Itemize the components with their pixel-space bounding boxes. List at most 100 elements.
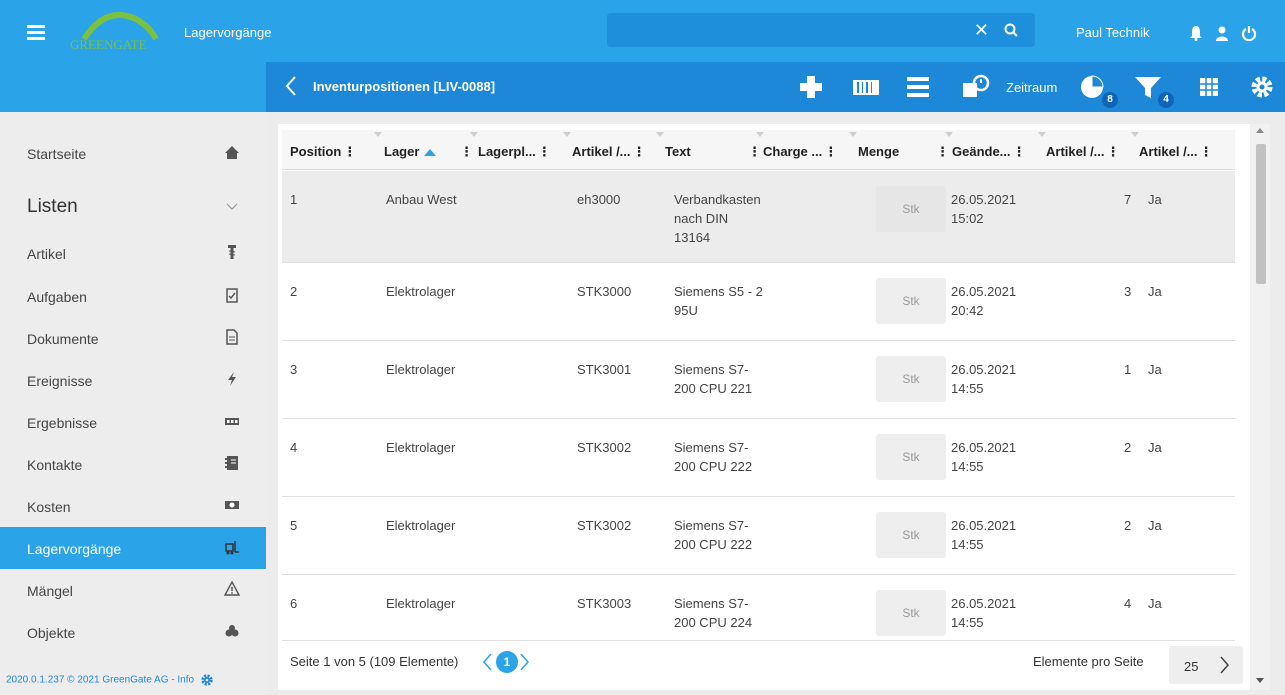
sidebar-item-artikel[interactable]: Artikel — [0, 232, 266, 274]
sidebar-item-label: Aufgaben — [27, 289, 87, 305]
table-row[interactable]: 6 Elektrolager STK3003 Siemens S7- 200 CP… — [282, 575, 1235, 641]
sidebar-item-label: Kontakte — [27, 457, 83, 473]
search-icon[interactable] — [1003, 22, 1019, 38]
sidebar-item-kosten[interactable]: Kosten — [0, 485, 266, 527]
column-header-artikel-3[interactable]: Artikel /... ⋮ — [1139, 144, 1213, 160]
sidebar-item-label: Dokumente — [27, 331, 99, 347]
sidebar-item-label: Artikel — [27, 246, 66, 262]
column-header-menge[interactable]: Menge — [858, 144, 899, 159]
period-icon[interactable] — [961, 73, 991, 101]
warning-icon — [224, 581, 240, 596]
per-page-select[interactable]: 25 — [1169, 646, 1243, 684]
column-header-text[interactable]: Text — [665, 144, 691, 159]
objects-icon — [225, 625, 239, 637]
menu-icon[interactable] — [27, 25, 45, 40]
sidebar-item-ereignisse[interactable]: Ereignisse — [0, 359, 266, 401]
quantity-field[interactable]: Stk — [876, 434, 946, 480]
breadcrumb: Inventurpositionen [LIV-0088] — [313, 79, 496, 94]
chevron-down-icon[interactable] — [224, 198, 240, 214]
sidebar-section-listen[interactable]: Listen — [0, 186, 266, 228]
table-row[interactable]: 2 Elektrolager STK3000 Siemens S5 - 2 95U… — [282, 263, 1235, 341]
sidebar-item-startseite[interactable]: Startseite — [0, 132, 266, 174]
column-menu-menge[interactable]: ⋮ — [936, 144, 949, 160]
add-icon[interactable] — [797, 73, 825, 101]
user-name[interactable]: Paul Technik — [1076, 25, 1149, 40]
column-menu-lager[interactable]: ⋮ — [460, 144, 473, 160]
quantity-field[interactable]: Stk — [876, 356, 946, 402]
column-header-charge[interactable]: Charge ... ⋮ — [763, 144, 837, 160]
sidebar-item-lagervorgaenge[interactable]: Lagervorgänge — [0, 527, 266, 569]
per-page-label: Elemente pro Seite — [1033, 654, 1144, 669]
clipboard-icon — [226, 288, 238, 303]
gear-icon[interactable] — [200, 673, 214, 687]
quantity-field[interactable]: Stk — [876, 512, 946, 558]
sidebar-item-kontakte[interactable]: Kontakte — [0, 443, 266, 485]
quantity-field[interactable]: Stk — [876, 186, 946, 232]
scroll-up-icon[interactable] — [1256, 128, 1264, 133]
sidebar-item-label: Kosten — [27, 499, 71, 515]
sidebar-item-dokumente[interactable]: Dokumente — [0, 317, 266, 359]
lightning-icon — [228, 372, 236, 386]
column-header-artikel-2[interactable]: Artikel /... ⋮ — [1046, 144, 1120, 160]
sidebar-item-ergebnisse[interactable]: Ergebnisse — [0, 401, 266, 443]
greengate-logo[interactable]: GREENGATE — [66, 9, 174, 53]
zeitraum-label[interactable]: Zeitraum — [1006, 80, 1057, 95]
user-icon[interactable] — [1214, 25, 1230, 41]
column-header-lagerplatz[interactable]: Lagerpl... ⋮ — [478, 144, 551, 160]
footer-text: 2020.0.1.237 © 2021 GreenGate AG - Info — [6, 674, 195, 686]
pagination-summary: Seite 1 von 5 (109 Elemente) — [290, 654, 459, 669]
sidebar-item-maengel[interactable]: Mängel — [0, 569, 266, 611]
forklift-icon — [225, 541, 239, 555]
table-row[interactable]: 4 Elektrolager STK3002 Siemens S7- 200 CP… — [282, 419, 1235, 497]
vertical-scrollbar[interactable] — [1250, 124, 1270, 690]
next-page-icon[interactable] — [519, 651, 531, 673]
chart-badge: 8 — [1102, 92, 1118, 108]
column-menu-text[interactable]: ⋮ — [748, 144, 761, 160]
app-title: Lagervorgänge — [184, 25, 272, 40]
sidebar-item-label: Ergebnisse — [27, 415, 98, 431]
screw-icon — [228, 245, 236, 259]
scroll-down-icon[interactable] — [1256, 678, 1264, 683]
sidebar-item-label: Mängel — [27, 583, 73, 599]
column-header-lager[interactable]: Lager — [384, 144, 437, 159]
sidebar-item-label: Objekte — [27, 625, 76, 641]
sidebar-item-objekte[interactable]: Objekte — [0, 611, 266, 653]
prev-page-icon[interactable] — [481, 651, 493, 673]
clear-icon[interactable]: ✕ — [974, 21, 989, 39]
data-table: Position ⋮ Lager ⋮ Lagerpl... ⋮ Artikel /.… — [278, 124, 1270, 690]
table-header: Position ⋮ Lager ⋮ Lagerpl... ⋮ Artikel /.… — [282, 130, 1235, 170]
sidebar-item-label: Startseite — [27, 146, 87, 162]
address-book-icon — [225, 456, 238, 470]
sidebar-item-label: Listen — [27, 196, 78, 217]
sidebar-item-aufgaben[interactable]: Aufgaben — [0, 275, 266, 317]
bell-icon[interactable] — [1188, 25, 1204, 41]
barcode-icon[interactable] — [851, 73, 881, 101]
table-row[interactable]: 1 Anbau West eh3000 Verbandkasten nach DI… — [282, 171, 1235, 263]
sidebar-item-label: Ereignisse — [27, 373, 93, 389]
back-icon[interactable] — [284, 75, 298, 97]
column-header-position[interactable]: Position ⋮ — [290, 144, 356, 160]
pagination: Seite 1 von 5 (109 Elemente) 1 Elemente … — [278, 641, 1250, 690]
chevron-right-icon[interactable] — [1219, 654, 1231, 676]
table-row[interactable]: 3 Elektrolager STK3001 Siemens S7- 200 CP… — [282, 341, 1235, 419]
column-header-geaendert[interactable]: Geände... ⋮ — [952, 144, 1026, 160]
current-page[interactable]: 1 — [496, 651, 518, 673]
power-icon[interactable] — [1241, 25, 1257, 41]
settings-icon[interactable] — [1249, 73, 1275, 101]
table-row[interactable]: 5 Elektrolager STK3002 Siemens S7- 200 CP… — [282, 497, 1235, 575]
quantity-field[interactable]: Stk — [876, 278, 946, 324]
svg-text:GREENGATE: GREENGATE — [70, 37, 147, 52]
column-header-artikel[interactable]: Artikel /... ⋮ — [572, 144, 646, 160]
toolbar: Inventurpositionen [LIV-0088] Zeitraum 8… — [0, 62, 1285, 112]
quantity-field[interactable]: Stk — [876, 590, 946, 636]
document-icon — [226, 329, 238, 345]
filter-badge: 4 — [1158, 92, 1174, 108]
list-icon[interactable] — [904, 73, 932, 101]
search-bar[interactable]: ✕ — [607, 13, 1035, 47]
counter-icon — [225, 418, 239, 425]
scrollbar-thumb[interactable] — [1256, 144, 1266, 284]
sidebar: Startseite Listen Artikel Aufgaben Dokum… — [0, 112, 266, 695]
footer-info[interactable]: 2020.0.1.237 © 2021 GreenGate AG - Info — [6, 673, 214, 687]
table-icon[interactable] — [1198, 73, 1220, 101]
money-icon — [225, 501, 239, 509]
